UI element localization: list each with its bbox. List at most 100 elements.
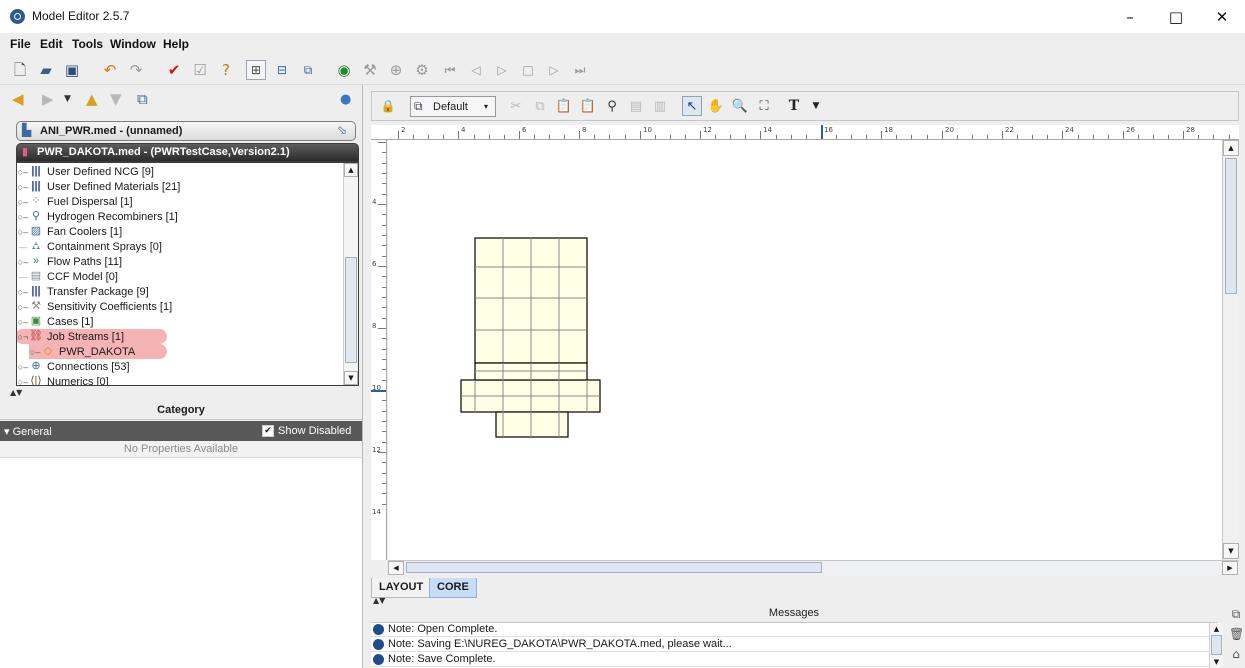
scroll-up-icon[interactable]: ▲ — [1210, 623, 1223, 635]
tree-item[interactable]: ○– » Flow Paths [11] — [17, 254, 122, 269]
core-upper-block[interactable] — [474, 237, 588, 364]
expand-toggle-icon[interactable]: ○– — [17, 377, 29, 386]
expand-toggle-icon[interactable]: ○– — [17, 317, 29, 327]
run-check-icon[interactable]: ☑ — [190, 60, 210, 80]
menu-file[interactable]: File — [10, 37, 31, 51]
tree-item[interactable]: ○– ⟨|⟩ Numerics [0] — [17, 374, 109, 386]
table-view-icon[interactable]: ⊟ — [272, 60, 292, 80]
tree-item-selected[interactable]: ○¬ ⛓ Job Streams [1] — [17, 329, 167, 344]
menu-tools[interactable]: Tools — [72, 37, 103, 51]
scroll-left-icon[interactable]: ◀ — [388, 561, 404, 575]
text-tool-icon[interactable]: T — [784, 96, 804, 116]
scroll-up-icon[interactable]: ▲ — [1223, 140, 1239, 156]
layout-canvas[interactable] — [388, 140, 1222, 560]
copy-messages-icon[interactable]: ⧉ — [1229, 607, 1243, 621]
expand-toggle-icon[interactable]: ○– — [17, 257, 29, 267]
scroll-thumb[interactable] — [406, 562, 822, 573]
scroll-right-icon[interactable]: ▶ — [1222, 561, 1238, 575]
zoom-icon[interactable]: 🔍 — [730, 96, 750, 116]
tab-layout[interactable]: LAYOUT — [371, 578, 432, 598]
tree-view-icon[interactable]: ⧉ — [298, 60, 318, 80]
paste-icon[interactable]: 📋 — [554, 96, 574, 116]
up-arrow-icon[interactable]: ▲ — [86, 89, 98, 109]
category-header[interactable]: Category — [0, 401, 362, 420]
tree-item[interactable]: ○– ||| User Defined NCG [9] — [17, 164, 154, 179]
document-tab[interactable]: ▮ PWR_DAKOTA.med - (PWRTestCase,Version2… — [16, 143, 359, 162]
splitter-arrows-icon[interactable]: ▲▼ — [10, 388, 22, 397]
scroll-thumb[interactable] — [345, 257, 357, 363]
copy-icon[interactable]: ⧉ — [137, 89, 148, 109]
bring-front-icon[interactable]: ▤ — [626, 96, 646, 116]
find-icon[interactable]: ⚲ — [602, 96, 622, 116]
lock-icon[interactable]: 🔒 — [378, 96, 398, 116]
fit-page-icon[interactable]: ⛶ — [754, 96, 774, 116]
layout-view-icon[interactable]: ⊞ — [246, 60, 266, 80]
copy-icon[interactable]: ⧉ — [530, 96, 550, 116]
run-icon[interactable]: ◉ — [334, 60, 354, 80]
skip-end-icon[interactable]: ⏭ — [570, 60, 590, 80]
step-forward-icon[interactable]: ▷ — [544, 60, 564, 80]
expand-toggle-icon[interactable]: ○– — [17, 227, 29, 237]
check-icon[interactable]: ✔ — [164, 60, 184, 80]
help-icon[interactable]: ? — [216, 60, 236, 80]
scroll-down-icon[interactable]: ▼ — [344, 371, 358, 385]
text-dropdown-icon[interactable]: ▼ — [806, 96, 826, 116]
pin-icon[interactable]: ⬂ — [337, 123, 347, 137]
expand-toggle-icon[interactable]: ○– — [17, 212, 29, 222]
expand-toggle-icon[interactable]: ○– — [29, 347, 41, 357]
trash-icon[interactable]: 🗑 — [1229, 627, 1244, 641]
expand-toggle-icon[interactable]: ○– — [17, 182, 29, 192]
maximize-button[interactable]: □ — [1153, 0, 1199, 33]
menu-window[interactable]: Window — [110, 37, 156, 51]
pan-hand-icon[interactable]: ✋ — [706, 96, 726, 116]
menu-help[interactable]: Help — [163, 37, 189, 51]
back-arrow-icon[interactable]: ◀ — [12, 89, 24, 109]
expand-toggle-icon[interactable]: ○– — [17, 197, 29, 207]
tree-item[interactable]: ○– ||| User Defined Materials [21] — [17, 179, 181, 194]
close-button[interactable]: ✕ — [1199, 0, 1245, 33]
stop-icon[interactable]: □ — [518, 60, 538, 80]
message-row[interactable]: Note: Save Complete. — [371, 653, 1217, 667]
clear-icon[interactable]: ⌂ — [1229, 647, 1243, 661]
redo-icon[interactable]: ↷ — [126, 60, 146, 80]
messages-scrollbar[interactable]: ▲ ▼ — [1209, 623, 1223, 668]
tree-item-child[interactable]: ○– ◇ PWR_DAKOTA — [29, 344, 167, 359]
history-dropdown-icon[interactable]: ▼ — [64, 89, 71, 109]
forward-arrow-icon[interactable]: ▶ — [42, 89, 54, 109]
tree-scrollbar[interactable]: ▲ ▼ — [343, 163, 358, 385]
tree-item[interactable]: ○– ▣ Cases [1] — [17, 314, 94, 329]
expand-toggle-icon[interactable]: ○– — [17, 167, 29, 177]
tab-core[interactable]: CORE — [429, 578, 477, 598]
save-icon[interactable]: ▣ — [62, 60, 82, 80]
canvas-horizontal-scrollbar[interactable]: ◀ ▶ — [388, 560, 1239, 575]
tree-item[interactable]: ○– ▨ Fan Coolers [1] — [17, 224, 122, 239]
general-section[interactable]: ▾ General ✔ Show Disabled — [0, 421, 362, 441]
wrench-icon[interactable]: ⚒ — [360, 60, 380, 80]
tree-item[interactable]: ○– ⁘ Fuel Dispersal [1] — [17, 194, 133, 209]
minimize-button[interactable]: – — [1107, 0, 1153, 33]
tree-item[interactable]: ○– ⚒ Sensitivity Coefficients [1] — [17, 299, 172, 314]
cut-icon[interactable]: ✂ — [506, 96, 526, 116]
open-folder-icon[interactable]: ▰ — [36, 60, 56, 80]
splitter-arrows-icon[interactable]: ▲▼ — [373, 596, 385, 605]
tree-item[interactable]: ○– ||| Transfer Package [9] — [17, 284, 149, 299]
scroll-up-icon[interactable]: ▲ — [344, 163, 358, 177]
menu-edit[interactable]: Edit — [40, 37, 63, 51]
core-lower-block[interactable] — [460, 362, 601, 438]
model-tab[interactable]: ▙ ANI_PWR.med - (unnamed) ⬂ — [16, 121, 356, 141]
view-combo[interactable]: ⧉ Default ▾ — [410, 96, 496, 117]
settings-icon[interactable]: ⚙ — [412, 60, 432, 80]
message-row[interactable]: Note: Saving E:\NUREG_DAKOTA\PWR_DAKOTA.… — [371, 638, 1217, 652]
show-disabled-checkbox[interactable]: ✔ — [262, 425, 274, 437]
select-pointer-icon[interactable]: ↖ — [682, 96, 702, 116]
scroll-down-icon[interactable]: ▼ — [1223, 543, 1239, 559]
send-back-icon[interactable]: ▥ — [650, 96, 670, 116]
step-back-icon[interactable]: ◁ — [466, 60, 486, 80]
canvas-vertical-scrollbar[interactable]: ▲ ▼ — [1222, 140, 1239, 560]
new-file-icon[interactable]: 🗋 — [10, 60, 30, 80]
collapse-toggle-icon[interactable]: ○¬ — [17, 332, 29, 342]
scroll-down-icon[interactable]: ▼ — [1210, 656, 1223, 668]
tree-item[interactable]: ○– ⚲ Hydrogen Recombiners [1] — [17, 209, 178, 224]
expand-toggle-icon[interactable]: ○– — [17, 302, 29, 312]
paste-special-icon[interactable]: 📋 — [578, 96, 598, 116]
